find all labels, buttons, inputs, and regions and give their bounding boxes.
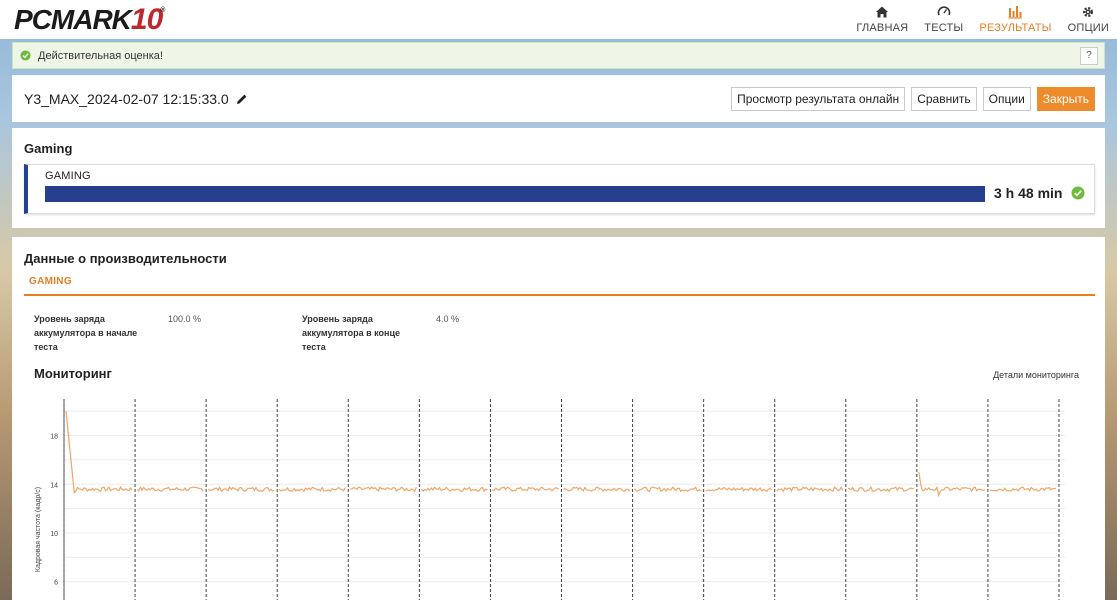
main-nav: ГЛАВНАЯ ТЕСТЫ РЕЗУЛЬТАТЫ ОПЦИИ [848, 0, 1117, 39]
home-icon [876, 6, 889, 18]
nav-tests-label: ТЕСТЫ [924, 22, 964, 34]
metric-battery-end-value: 4.0 % [436, 314, 460, 324]
logo-text: PCMARK [14, 4, 132, 35]
metric-label-line: теста [34, 342, 58, 352]
metric-label-line: Уровень заряда [302, 314, 373, 324]
metric-label-line: Уровень заряда [34, 314, 105, 324]
view-online-button[interactable]: Просмотр результата онлайн [731, 87, 906, 111]
monitoring-title: Мониторинг [34, 366, 112, 381]
result-header: Y3_MAX_2024-02-07 12:15:33.0 Просмотр ре… [12, 75, 1105, 122]
banner-text: Действительная оценка! [38, 49, 163, 62]
metric-battery-start-value: 100.0 % [168, 314, 202, 324]
gaming-score-bar [45, 186, 985, 202]
framerate-line-segment [278, 486, 346, 493]
gaming-score-panel: Gaming GAMING 3 h 48 min [12, 128, 1105, 228]
edit-pencil-icon[interactable] [236, 93, 248, 105]
check-circle-icon [20, 50, 31, 61]
nav-results-label: РЕЗУЛЬТАТЫ [979, 22, 1052, 34]
options-button[interactable]: Опции [982, 87, 1031, 111]
framerate-line-segment [989, 486, 1057, 492]
logo-number: 10 [130, 3, 163, 36]
top-bar: PCMARK 10 ® ГЛАВНАЯ ТЕСТЫ РЕЗУЛЬТАТЫ ОПЦ… [0, 0, 1117, 39]
tab-underline [24, 294, 1095, 296]
pcmark-logo: PCMARK 10 ® [14, 5, 167, 35]
gauge-icon [937, 6, 951, 16]
nav-tests[interactable]: ТЕСТЫ [924, 0, 963, 39]
framerate-line-segment [563, 486, 631, 493]
tab-gaming[interactable]: GAMING [29, 276, 72, 287]
metric-label-line: аккумулятора в начале [34, 328, 138, 338]
framerate-line-segment [492, 486, 559, 492]
framerate-line-segment [350, 486, 417, 493]
gear-icon [1083, 7, 1094, 17]
help-button[interactable]: ? [1080, 47, 1098, 65]
gaming-score-label: GAMING [45, 170, 91, 182]
nav-options-label: ОПЦИИ [1067, 22, 1109, 34]
result-actions: Просмотр результата онлайн Сравнить Опци… [725, 87, 1095, 111]
framerate-line-segment [420, 486, 488, 493]
gaming-score-card: GAMING 3 h 48 min [24, 164, 1095, 214]
nav-options[interactable]: ОПЦИИ [1068, 0, 1109, 39]
framerate-line-segment [705, 486, 773, 493]
gaming-score-bar-fill [45, 186, 985, 202]
monitoring-details-link[interactable]: Детали мониторинга [993, 370, 1079, 380]
y-tick-label: 14 [50, 482, 58, 489]
valid-score-banner: Действительная оценка! ? [12, 42, 1105, 69]
nav-home-label: ГЛАВНАЯ [856, 22, 909, 34]
logo-registered: ® [160, 7, 166, 14]
framerate-line-segment [65, 411, 133, 495]
framerate-line-segment [776, 485, 844, 493]
y-tick-label: 18 [50, 434, 58, 441]
metric-battery-end-label: Уровень заряда аккумулятора в конце тест… [302, 312, 400, 354]
result-name: Y3_MAX_2024-02-07 12:15:33.0 [24, 90, 229, 107]
performance-title: Данные о производительности [24, 251, 227, 266]
framerate-line-segment [136, 485, 204, 492]
performance-panel: Данные о производительности GAMING Урове… [12, 237, 1105, 600]
gaming-score-value: 3 h 48 min [994, 185, 1063, 201]
metric-battery-start-label: Уровень заряда аккумулятора в начале тес… [34, 312, 137, 354]
framerate-line-segment [918, 472, 986, 498]
framerate-line-segment [208, 485, 275, 493]
bar-chart-icon [1008, 6, 1023, 19]
gaming-section-title: Gaming [24, 141, 73, 156]
y-axis-label: Кадровая частота (кадр/с) [35, 487, 42, 572]
metric-label-line: теста [302, 342, 326, 352]
compare-button[interactable]: Сравнить [911, 87, 977, 111]
y-tick-label: 6 [54, 580, 58, 587]
y-tick-label: 10 [50, 531, 58, 538]
nav-home[interactable]: ГЛАВНАЯ [856, 0, 908, 39]
check-circle-icon [1071, 186, 1085, 200]
nav-results[interactable]: РЕЗУЛЬТАТЫ [979, 0, 1051, 39]
framerate-chart-svg: 6 10 14 18 Кадровая частота (кадр/с) [35, 399, 1065, 600]
monitoring-chart: 6 10 14 18 Кадровая частота (кадр/с) [12, 387, 1105, 600]
framerate-line-segment [634, 486, 701, 493]
framerate-line-segment [847, 485, 915, 493]
close-button[interactable]: Закрыть [1036, 87, 1095, 111]
metric-label-line: аккумулятора в конце [302, 328, 400, 338]
